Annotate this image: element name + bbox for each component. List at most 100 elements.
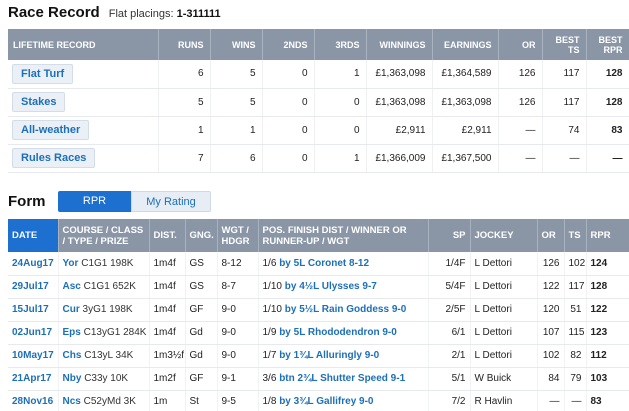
course-link[interactable]: Chs: [63, 350, 82, 361]
best-rpr-cell: 128: [586, 88, 629, 117]
tab-rpr[interactable]: RPR: [58, 190, 131, 212]
tab-my-rating[interactable]: My Rating: [131, 190, 211, 212]
pos-value: 3/6: [262, 373, 277, 384]
lifetime-row-rules-races-button[interactable]: Rules Races: [12, 148, 96, 168]
best-ts-cell: 117: [542, 60, 587, 89]
sp-cell: 5/1: [428, 367, 471, 391]
col-best-ts[interactable]: BEST TS: [542, 29, 587, 60]
date-link[interactable]: 29Jul17: [12, 281, 49, 292]
class-prize: C33y 10K: [84, 373, 129, 384]
result-link[interactable]: by 3¾L Gallifrey 9-0: [279, 396, 373, 407]
jockey-cell: R Havlin: [470, 390, 538, 411]
col-lifetime-record: LIFETIME RECORD: [8, 29, 159, 60]
col-wins[interactable]: WINS: [210, 29, 263, 60]
thirds-cell: 0: [314, 116, 367, 145]
col-runs[interactable]: RUNS: [158, 29, 211, 60]
col-wgt[interactable]: WGT / HDGR: [217, 219, 259, 252]
flat-placings: Flat placings: 1-311111: [109, 8, 221, 20]
going-cell: Gd: [185, 321, 218, 345]
col-or[interactable]: OR: [537, 219, 565, 252]
col-winnings[interactable]: WINNINGS: [366, 29, 433, 60]
ts-cell: 102: [564, 252, 587, 276]
wgt-cell: 9-1: [217, 367, 259, 391]
table-row: 24Aug17 Yor C1G1 198K 1m4f GS 8-12 1/6 b…: [8, 252, 629, 276]
lifetime-row-all-weather-button[interactable]: All-weather: [12, 120, 90, 140]
ts-cell: 117: [564, 275, 587, 299]
rpr-cell: 123: [586, 321, 629, 345]
ts-cell: 82: [564, 344, 587, 368]
table-row: 29Jul17 Asc C1G1 652K 1m4f GS 8-7 1/10 b…: [8, 275, 629, 299]
col-earnings[interactable]: EARNINGS: [432, 29, 499, 60]
col-3rds[interactable]: 3RDS: [314, 29, 367, 60]
dist-cell: 1m4f: [149, 252, 186, 276]
result-link[interactable]: by 4½L Ulysses 9-7: [285, 281, 377, 292]
lifetime-record-table: LIFETIME RECORD RUNS WINS 2NDS 3RDS WINN…: [8, 29, 629, 173]
result-link[interactable]: btn 2¾L Shutter Speed 9-1: [279, 373, 405, 384]
lifetime-row-stakes-button[interactable]: Stakes: [12, 92, 66, 112]
rpr-cell: 122: [586, 298, 629, 322]
flat-placings-value: 1-311111: [176, 8, 221, 20]
col-2nds[interactable]: 2NDS: [262, 29, 315, 60]
result-link[interactable]: by 5L Rhododendron 9-0: [279, 327, 397, 338]
course-link[interactable]: Cur: [63, 304, 80, 315]
col-going[interactable]: GNG.: [185, 219, 218, 252]
course-link[interactable]: Eps: [63, 327, 81, 338]
col-jockey[interactable]: JOCKEY: [470, 219, 538, 252]
or-cell: 122: [537, 275, 565, 299]
class-prize: C13yL 34K: [84, 350, 134, 361]
form-title: Form: [8, 192, 46, 210]
jockey-cell: L Dettori: [470, 321, 538, 345]
date-link[interactable]: 24Aug17: [12, 258, 54, 269]
col-course[interactable]: COURSE / CLASS / TYPE / PRIZE: [58, 219, 150, 252]
date-link[interactable]: 02Jun17: [12, 327, 52, 338]
rpr-cell: 128: [586, 275, 629, 299]
date-link[interactable]: 10May17: [12, 350, 54, 361]
flat-placings-label: Flat placings:: [108, 8, 174, 20]
result-link[interactable]: by 1¾L Alluringly 9-0: [279, 350, 379, 361]
going-cell: GF: [185, 298, 218, 322]
col-best-rpr[interactable]: BEST RPR: [586, 29, 629, 60]
course-link[interactable]: Yor: [63, 258, 79, 269]
date-link[interactable]: 28Nov16: [12, 396, 53, 407]
class-prize: 3yG1 198K: [82, 304, 133, 315]
col-pos[interactable]: POS. FINISH DIST / WINNER OR RUNNER-UP /…: [258, 219, 429, 252]
date-link[interactable]: 21Apr17: [12, 373, 51, 384]
winnings-cell: £1,363,098: [366, 88, 433, 117]
result-link[interactable]: by 5L Coronet 8-12: [279, 258, 369, 269]
lifetime-header-row: LIFETIME RECORD RUNS WINS 2NDS 3RDS WINN…: [8, 29, 629, 60]
or-cell: 126: [498, 88, 543, 117]
or-cell: 126: [537, 252, 565, 276]
col-ts[interactable]: TS: [564, 219, 587, 252]
form-header: Form RPR My Rating: [8, 190, 211, 212]
result-link[interactable]: by 5½L Rain Goddess 9-0: [285, 304, 407, 315]
class-prize: C52yMd 3K: [83, 396, 136, 407]
table-row: All-weather 1 1 0 0 £2,911 £2,911 — 74 8…: [8, 116, 629, 145]
col-sp[interactable]: SP: [428, 219, 471, 252]
lifetime-row-flat-turf-button[interactable]: Flat Turf: [12, 63, 74, 84]
col-rpr[interactable]: RPR: [586, 219, 629, 252]
or-cell: 120: [537, 298, 565, 322]
course-link[interactable]: Nby: [63, 373, 82, 384]
best-rpr-cell: —: [586, 144, 629, 173]
form-table: DATE COURSE / CLASS / TYPE / PRIZE DIST.…: [8, 219, 629, 411]
sp-cell: 2/5F: [428, 298, 471, 322]
race-record-header: Race Record Flat placings: 1-311111: [8, 4, 221, 24]
winnings-cell: £1,366,009: [366, 144, 433, 173]
dist-cell: 1m3½f: [149, 344, 186, 368]
race-record-title: Race Record: [8, 4, 100, 21]
thirds-cell: 1: [314, 144, 367, 173]
or-cell: 84: [537, 367, 565, 391]
col-dist[interactable]: DIST.: [149, 219, 186, 252]
best-ts-cell: 117: [542, 88, 587, 117]
table-row: 10May17 Chs C13yL 34K 1m3½f Gd 9-0 1/7 b…: [8, 344, 629, 368]
class-prize: C1G1 198K: [81, 257, 134, 269]
jockey-cell: L Dettori: [470, 298, 538, 322]
col-or[interactable]: OR: [498, 29, 543, 60]
col-date[interactable]: DATE: [8, 219, 59, 252]
date-link[interactable]: 15Jul17: [12, 304, 49, 315]
pos-value: 1/10: [262, 281, 282, 292]
course-link[interactable]: Ncs: [63, 396, 81, 407]
course-link[interactable]: Asc: [63, 281, 81, 292]
wgt-cell: 9-5: [217, 390, 259, 411]
seconds-cell: 0: [262, 116, 315, 145]
